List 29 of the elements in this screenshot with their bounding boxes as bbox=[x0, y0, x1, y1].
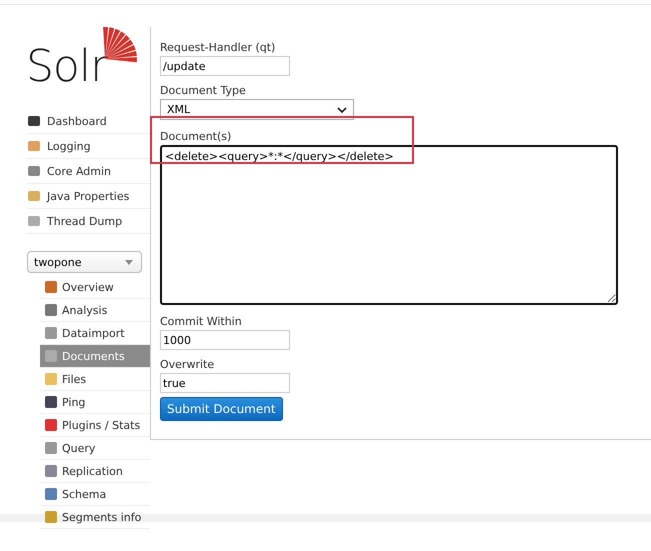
logo-text: Solr bbox=[26, 45, 108, 89]
field-label: Document(s) bbox=[160, 130, 232, 143]
core-menu-item[interactable]: Schema bbox=[40, 483, 150, 506]
core-menu-item[interactable]: Replication bbox=[40, 460, 150, 483]
submit-button[interactable]: Submit Document bbox=[160, 397, 283, 421]
field-label: Document Type bbox=[160, 84, 246, 97]
nav-link[interactable]: Core Admin bbox=[27, 159, 150, 184]
chevron-icon bbox=[337, 106, 347, 112]
nav-link[interactable]: Dashboard bbox=[27, 109, 150, 134]
document-type-dropdown[interactable]: XML bbox=[160, 99, 354, 120]
nav-link[interactable]: Logging bbox=[27, 134, 150, 159]
core-menu-item[interactable]: Plugins / Stats bbox=[40, 414, 150, 437]
field-label: Overwrite bbox=[160, 358, 214, 371]
core-menu-item[interactable]: Segments info bbox=[40, 506, 150, 529]
overwrite-field[interactable]: true bbox=[160, 373, 290, 393]
field-label: Request-Handler (qt) bbox=[160, 41, 276, 54]
field-label: Commit Within bbox=[160, 315, 242, 328]
core-menu-item[interactable]: Overview bbox=[40, 276, 150, 299]
documents-field[interactable]: <delete><query>*:*</query></delete> bbox=[160, 145, 618, 305]
request-handler-field[interactable]: /update bbox=[160, 56, 290, 76]
core-menu-item[interactable]: Ping bbox=[40, 391, 150, 414]
caret-icon bbox=[125, 260, 133, 264]
nav-link[interactable]: Thread Dump bbox=[27, 209, 150, 234]
commit-within-field[interactable]: 1000 bbox=[160, 330, 290, 350]
core-menu-item[interactable]: Files bbox=[40, 368, 150, 391]
core-dropdown[interactable]: twopone bbox=[27, 251, 142, 273]
nav-link[interactable]: Java Properties bbox=[27, 184, 150, 209]
core-menu-item[interactable]: Analysis bbox=[40, 299, 150, 322]
core-menu-item[interactable]: Query bbox=[40, 437, 150, 460]
